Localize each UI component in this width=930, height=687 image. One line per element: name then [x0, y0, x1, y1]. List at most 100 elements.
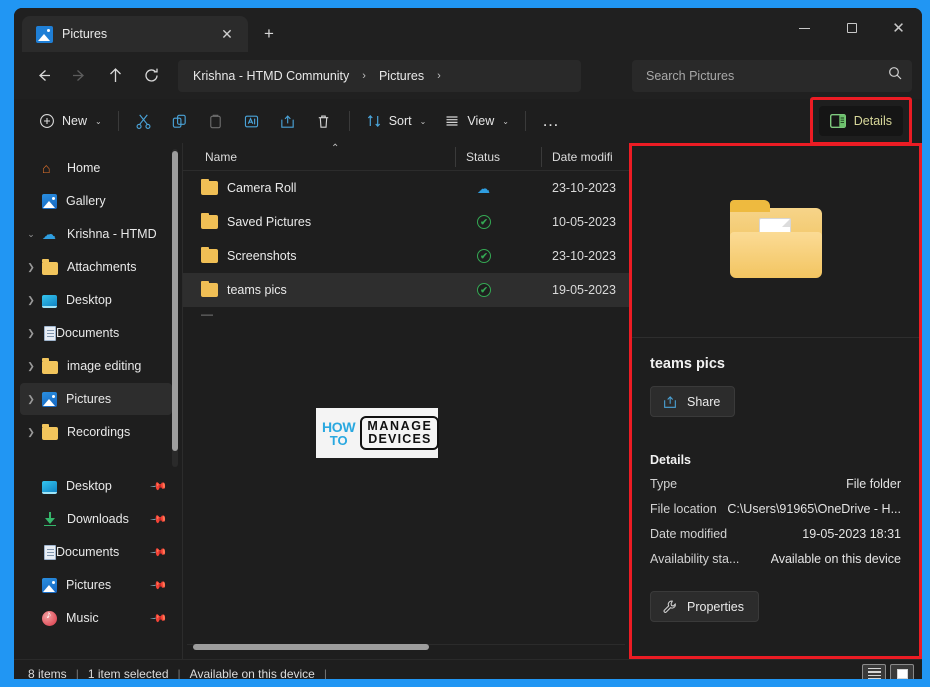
sort-ascending-icon: ⌃ — [331, 143, 340, 154]
available-check-icon: ✔ — [477, 283, 491, 297]
pin-icon[interactable]: 📌 — [150, 477, 169, 495]
sidebar-quick-downloads[interactable]: Downloads 📌 — [20, 503, 172, 535]
sidebar-item-home[interactable]: ⌂ Home — [20, 152, 172, 184]
sidebar-quick-pictures[interactable]: Pictures 📌 — [20, 569, 172, 601]
toolbar-divider-3 — [524, 111, 526, 131]
title-bar: Pictures ✕ + ✕ — [14, 8, 922, 52]
table-row[interactable]: Saved Pictures ✔ 10-05-2023 — [183, 205, 629, 239]
row-date-cell: 23-10-2023 — [552, 181, 616, 195]
breadcrumb-chevron-0[interactable]: › — [354, 70, 374, 82]
cloud-only-icon: ☁ — [477, 180, 490, 196]
pin-icon[interactable]: 📌 — [150, 609, 169, 627]
table-row-partial[interactable]: — — [183, 307, 629, 321]
rename-button[interactable] — [234, 105, 270, 137]
partial-row-glyph: — — [201, 307, 213, 321]
sidebar-item-desktop[interactable]: ❯ Desktop — [20, 284, 172, 316]
refresh-button[interactable] — [134, 60, 168, 92]
breadcrumb-chevron-1[interactable]: › — [429, 70, 449, 82]
sidebar-item-image-editing[interactable]: ❯ image editing — [20, 350, 172, 382]
large-icons-view-button[interactable] — [890, 663, 914, 679]
desktop-icon — [42, 480, 57, 494]
sidebar-item-label: Desktop — [66, 479, 112, 493]
pin-icon[interactable]: 📌 — [150, 576, 169, 594]
status-separator: | — [177, 666, 181, 680]
more-options-button[interactable]: … — [533, 105, 569, 137]
share-icon — [664, 395, 676, 408]
row-date-cell: 19-05-2023 — [552, 283, 616, 297]
table-row[interactable]: Camera Roll ☁ 23-10-2023 — [183, 171, 629, 205]
share-button[interactable]: Share — [650, 386, 736, 417]
new-tab-button[interactable]: + — [252, 18, 286, 50]
view-button[interactable]: View ⌄ — [435, 105, 518, 137]
sidebar-scrollbar-thumb[interactable] — [172, 151, 178, 451]
table-row[interactable]: teams pics ✔ 19-05-2023 — [183, 273, 629, 307]
close-tab-icon[interactable]: ✕ — [214, 21, 240, 47]
new-button[interactable]: New ⌄ — [30, 105, 111, 137]
sidebar-item-documents[interactable]: ❯ Documents — [20, 317, 172, 349]
list-view-button[interactable] — [862, 663, 886, 679]
chevron-right-icon[interactable]: ❯ — [20, 427, 42, 438]
close-window-button[interactable]: ✕ — [875, 8, 922, 48]
breadcrumb-item-0[interactable]: Krishna - HTMD Community — [188, 67, 354, 85]
folder-icon — [201, 212, 218, 229]
toolbar-divider-2 — [348, 111, 350, 131]
breadcrumb[interactable]: Krishna - HTMD Community › Pictures › — [178, 59, 581, 92]
column-header-status[interactable]: Status — [455, 146, 541, 167]
folder-icon — [201, 280, 218, 297]
chevron-right-icon[interactable]: ❯ — [20, 295, 42, 306]
search-box[interactable] — [632, 59, 912, 92]
chevron-down-icon[interactable]: ⌄ — [20, 229, 42, 240]
chevron-right-icon[interactable]: ❯ — [20, 361, 42, 372]
available-check-icon: ✔ — [477, 249, 491, 263]
search-icon[interactable] — [888, 66, 902, 85]
search-input[interactable] — [646, 68, 888, 83]
sidebar-item-onedrive[interactable]: ⌄ ☁ Krishna - HTMD — [20, 218, 172, 250]
sidebar-item-label: Pictures — [66, 578, 112, 592]
folder-icon — [42, 259, 58, 275]
maximize-button[interactable] — [828, 8, 875, 48]
cut-button[interactable] — [126, 105, 162, 137]
chevron-right-icon[interactable]: ❯ — [20, 262, 42, 273]
up-button[interactable] — [98, 60, 132, 92]
table-row[interactable]: Screenshots ✔ 23-10-2023 — [183, 239, 629, 273]
minimize-button[interactable] — [781, 8, 828, 48]
paste-button[interactable] — [198, 105, 234, 137]
back-button[interactable] — [26, 60, 60, 92]
copy-button[interactable] — [162, 105, 198, 137]
watermark-howto: HOW TO — [322, 420, 356, 447]
sort-button[interactable]: Sort ⌄ — [357, 105, 436, 137]
sidebar-quick-music[interactable]: Music 📌 — [20, 602, 172, 634]
share-toolbar-button[interactable] — [270, 105, 306, 137]
large-icons-view-icon — [896, 668, 908, 679]
sidebar-quick-documents[interactable]: Documents 📌 — [20, 536, 172, 568]
column-header-date[interactable]: Date modifi — [541, 146, 629, 167]
sidebar-item-gallery[interactable]: Gallery — [20, 185, 172, 217]
screenshot-root: Pictures ✕ + ✕ Krishna - HTMD Community … — [0, 0, 930, 687]
row-name-cell: Camera Roll — [183, 178, 455, 195]
explorer-body: ⌂ Home Gallery ⌄ ☁ Krishna - HTMD ❯ Atta… — [14, 143, 922, 659]
gallery-icon — [42, 392, 57, 407]
horizontal-scrollbar-thumb[interactable] — [193, 644, 429, 650]
delete-button[interactable] — [306, 105, 342, 137]
chevron-right-icon[interactable]: ❯ — [20, 394, 42, 405]
pin-icon[interactable]: 📌 — [150, 510, 169, 528]
forward-button[interactable] — [62, 60, 96, 92]
tab-pictures[interactable]: Pictures ✕ — [22, 16, 248, 52]
details-button[interactable]: Details — [818, 106, 903, 136]
pin-icon[interactable]: 📌 — [150, 543, 169, 561]
breadcrumb-item-1[interactable]: Pictures — [374, 67, 429, 85]
details-body: teams pics Share Details Type File folde… — [632, 338, 919, 656]
chevron-right-icon[interactable]: ❯ — [20, 328, 42, 339]
share-button-label: Share — [687, 394, 721, 409]
sidebar-quick-desktop[interactable]: Desktop 📌 — [20, 470, 172, 502]
column-header-name[interactable]: Name ⌃ — [183, 143, 455, 166]
sidebar-item-attachments[interactable]: ❯ Attachments — [20, 251, 172, 283]
detail-field-file-location: File location C:\Users\91965\OneDrive - … — [650, 502, 901, 516]
detail-value: Available on this device — [770, 552, 901, 566]
tab-label: Pictures — [62, 27, 108, 41]
properties-button[interactable]: Properties — [650, 591, 759, 622]
sidebar-item-recordings[interactable]: ❯ Recordings — [20, 416, 172, 448]
sidebar-item-pictures[interactable]: ❯ Pictures — [20, 383, 172, 415]
availability-status: Available on this device — [189, 666, 315, 680]
sidebar-item-label: Home — [67, 161, 101, 175]
